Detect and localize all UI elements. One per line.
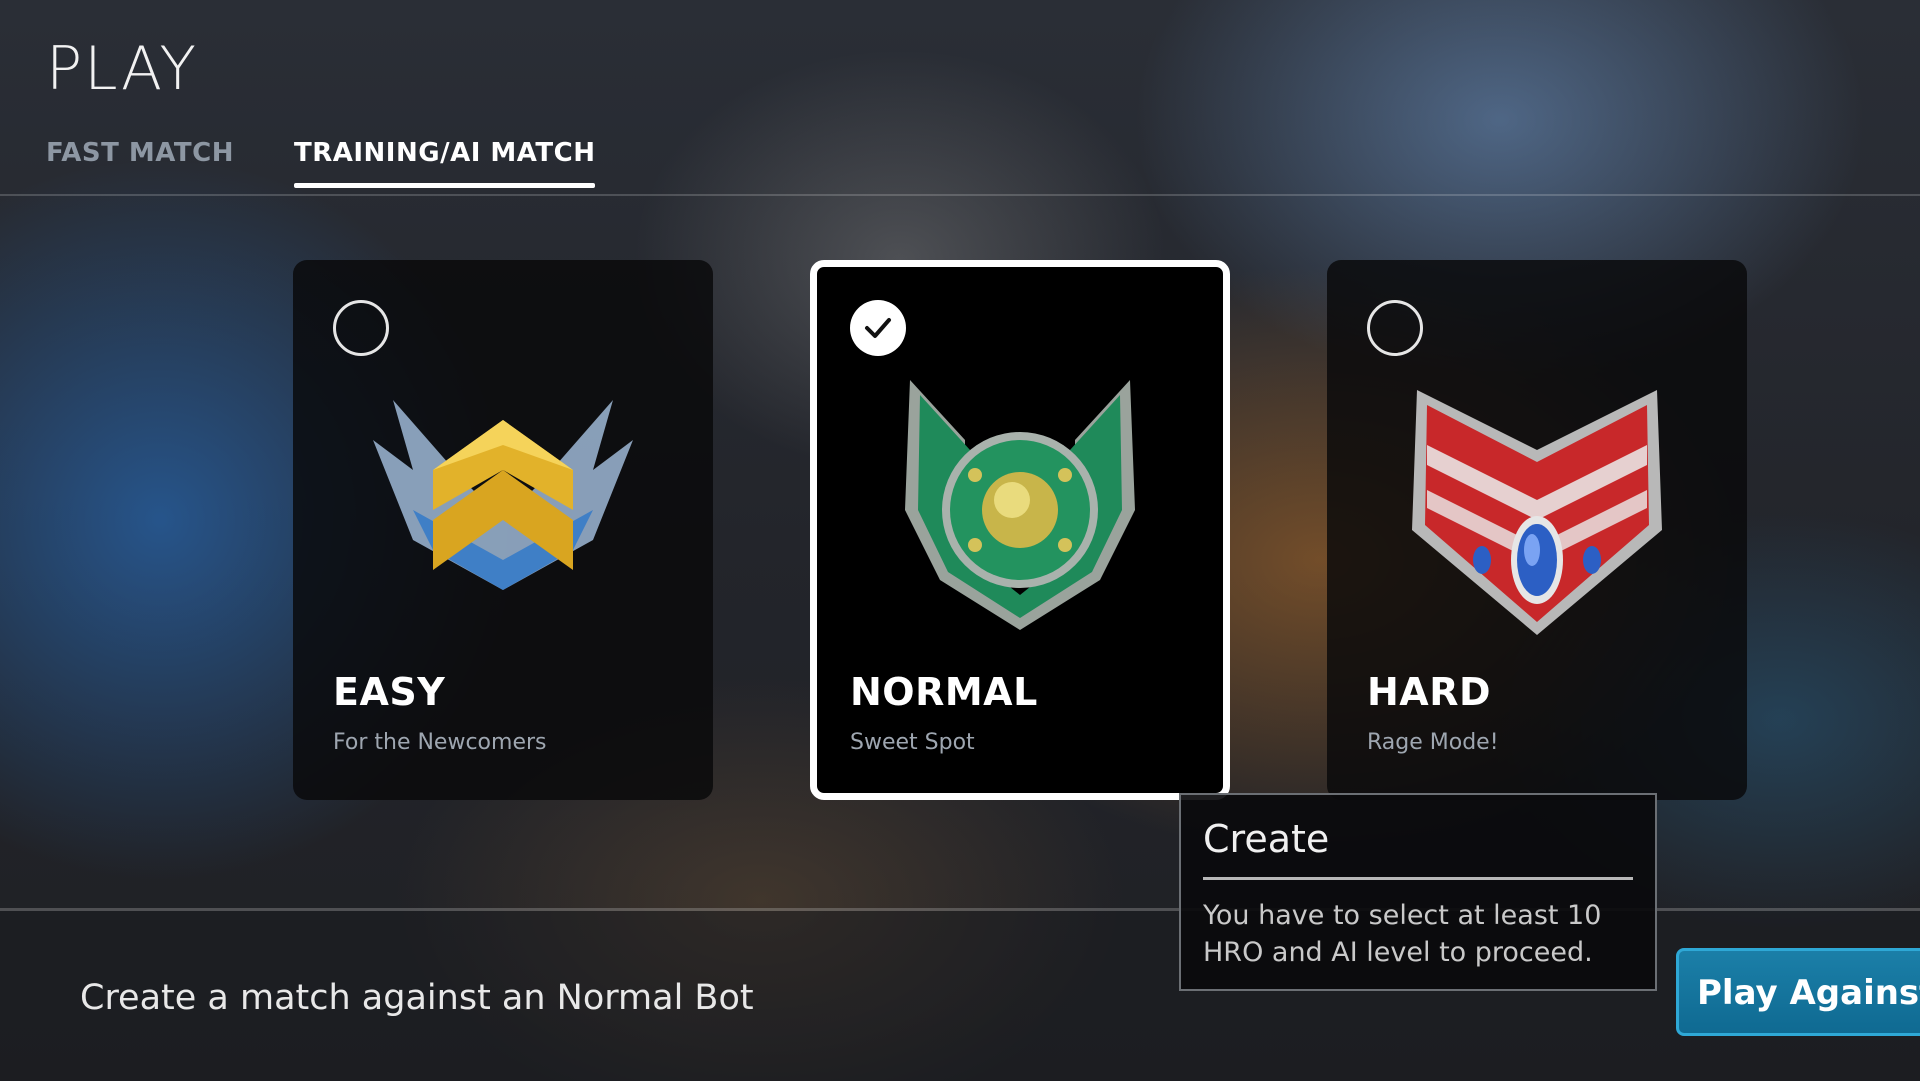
difficulty-title: HARD (1367, 670, 1492, 714)
play-against-button[interactable]: Play Against (1676, 948, 1920, 1036)
difficulty-card-normal[interactable]: NORMAL Sweet Spot (810, 260, 1230, 800)
radio-checked-icon[interactable] (850, 300, 906, 356)
mode-tabs: FAST MATCH TRAINING/AI MATCH (0, 138, 1920, 198)
tab-fast-match[interactable]: FAST MATCH (46, 138, 234, 188)
play-screen: PLAY FAST MATCH TRAINING/AI MATCH EASY F… (0, 0, 1920, 1081)
tooltip-divider (1203, 877, 1633, 880)
checkmark-icon (865, 318, 891, 338)
radio-unselected-icon[interactable] (1367, 300, 1423, 356)
tooltip-body: You have to select at least 10 HRO and A… (1203, 900, 1602, 968)
tabs-divider (0, 194, 1920, 196)
play-against-button-label: Play Against (1697, 973, 1920, 1013)
easy-emblem-icon (373, 400, 633, 590)
hard-emblem-icon (1412, 390, 1662, 635)
create-tooltip: Create You have to select at least 10 HR… (1179, 793, 1657, 991)
difficulty-subtitle: Sweet Spot (850, 730, 975, 755)
difficulty-card-hard[interactable]: HARD Rage Mode! (1327, 260, 1747, 800)
tab-training-ai-match[interactable]: TRAINING/AI MATCH (294, 138, 596, 188)
normal-emblem-icon (905, 380, 1135, 630)
radio-unselected-icon[interactable] (333, 300, 389, 356)
difficulty-title: EASY (333, 670, 446, 714)
difficulty-subtitle: For the Newcomers (333, 730, 547, 755)
match-description: Create a match against an Normal Bot (80, 978, 754, 1018)
difficulty-subtitle: Rage Mode! (1367, 730, 1499, 755)
difficulty-title: NORMAL (850, 670, 1038, 714)
page-title: PLAY (46, 34, 199, 104)
tooltip-title: Create (1203, 817, 1330, 861)
difficulty-card-easy[interactable]: EASY For the Newcomers (293, 260, 713, 800)
